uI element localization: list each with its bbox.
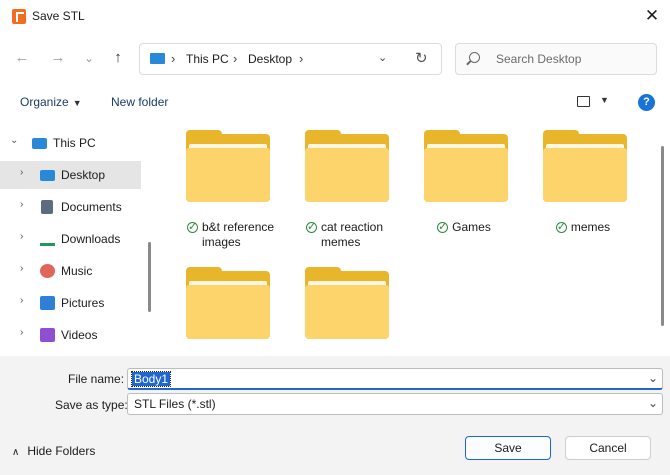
music-icon	[40, 264, 55, 278]
chevron-right-icon[interactable]: ›	[20, 295, 23, 306]
breadcrumb-this-pc[interactable]: This PC	[186, 52, 229, 66]
app-icon	[12, 9, 26, 24]
command-bar: Organize ▼ New folder ▼ ?	[0, 83, 670, 118]
refresh-icon[interactable]: ↻	[415, 49, 428, 67]
pictures-icon	[40, 296, 55, 310]
organize-label: Organize	[20, 95, 69, 109]
folder-name: ✓ Games	[437, 220, 491, 234]
breadcrumb-separator-icon: ›	[233, 51, 238, 66]
sidebar-item-label: Pictures	[61, 296, 105, 310]
organize-button[interactable]: Organize ▼	[20, 95, 82, 109]
search-box[interactable]	[455, 43, 657, 75]
sync-check-icon: ✓	[555, 221, 567, 233]
sidebar-item-music[interactable]: › Music	[0, 257, 141, 285]
breadcrumb-separator-icon[interactable]: ›	[299, 51, 303, 66]
sidebar-scrollbar[interactable]	[148, 242, 151, 312]
back-arrow-icon[interactable]: ←	[10, 46, 34, 70]
folder-item[interactable]: ✓ Games	[414, 118, 514, 250]
sidebar-item-videos[interactable]: › Videos	[0, 321, 141, 349]
window-title: Save STL	[32, 9, 85, 23]
chevron-right-icon[interactable]: ›	[20, 199, 23, 210]
folder-icon	[424, 130, 508, 206]
sidebar-item-this-pc[interactable]: ⌄ This PC	[0, 129, 141, 157]
folder-name: ✓ memes	[555, 220, 611, 234]
downloads-icon	[40, 232, 55, 246]
save-as-type-label: Save as type:	[55, 398, 128, 412]
help-icon[interactable]: ?	[638, 94, 655, 111]
file-name-label: File name:	[68, 372, 125, 386]
folder-item[interactable]: ✓ cat reaction memes	[295, 118, 395, 250]
desktop-icon	[40, 170, 55, 181]
save-as-type-dropdown-icon[interactable]: ⌄	[648, 396, 658, 410]
save-as-type-value: STL Files (*.stl)	[134, 397, 216, 411]
navigation-bar: ← → ⌄ ↑ › This PC › Desktop › ⌄ ↻	[0, 33, 670, 83]
chevron-right-icon[interactable]: ›	[20, 263, 23, 274]
breadcrumb-separator-icon: ›	[171, 51, 176, 66]
file-name-value[interactable]: Body1	[130, 371, 172, 387]
sidebar-item-downloads[interactable]: › Downloads	[0, 225, 141, 253]
save-form: File name: Body1 ⌄ Save as type: STL Fil…	[0, 356, 670, 475]
chevron-up-icon: ∧	[12, 447, 20, 458]
view-layout-icon[interactable]	[577, 96, 590, 107]
sidebar-item-documents[interactable]: › Documents	[0, 193, 141, 221]
monitor-icon	[32, 138, 47, 149]
folder-name: ✓ b&t reference images	[187, 220, 275, 249]
save-button[interactable]: Save	[465, 436, 551, 460]
sidebar-item-pictures[interactable]: › Pictures	[0, 289, 141, 317]
chevron-down-icon[interactable]: ⌄	[10, 135, 18, 146]
sidebar-item-desktop[interactable]: › Desktop	[0, 161, 141, 189]
folder-icon	[305, 130, 389, 206]
sidebar-item-label: Videos	[61, 328, 98, 342]
recent-locations-chevron-icon[interactable]: ⌄	[77, 46, 101, 70]
close-button[interactable]: ✕	[640, 6, 664, 28]
search-icon	[469, 52, 480, 63]
address-bar[interactable]: › This PC › Desktop › ⌄ ↻	[139, 43, 442, 75]
sync-check-icon: ✓	[437, 221, 449, 233]
folder-icon	[543, 130, 627, 206]
new-folder-button[interactable]: New folder	[111, 95, 168, 109]
sidebar-item-label: Music	[61, 264, 93, 278]
file-list: ✓ b&t reference images ✓ cat reaction memes …	[158, 118, 670, 356]
folder-item[interactable]: ✓ b&t reference images	[176, 118, 276, 250]
sidebar-item-label: Desktop	[61, 168, 106, 182]
sync-check-icon: ✓	[306, 221, 317, 233]
documents-icon	[41, 200, 53, 214]
file-name-field[interactable]: Body1 ⌄	[127, 368, 663, 390]
folder-icon	[186, 130, 270, 206]
chevron-right-icon[interactable]: ›	[20, 167, 23, 178]
title-bar: Save STL ✕	[0, 0, 670, 33]
content-scrollbar[interactable]	[661, 146, 664, 326]
chevron-right-icon[interactable]: ›	[20, 327, 23, 338]
sidebar-item-label: This PC	[53, 136, 96, 150]
sidebar-item-label: Downloads	[61, 232, 121, 246]
hide-folders-button[interactable]: ∧ Hide Folders	[12, 444, 95, 458]
chevron-right-icon[interactable]: ›	[20, 231, 23, 242]
folder-icon	[186, 267, 270, 343]
cancel-button[interactable]: Cancel	[565, 436, 651, 460]
caret-down-icon: ▼	[72, 98, 82, 108]
forward-arrow-icon[interactable]: →	[46, 46, 70, 70]
this-pc-icon	[150, 53, 165, 64]
sync-check-icon: ✓	[187, 221, 198, 233]
folder-name: ✓ cat reaction memes	[306, 220, 384, 249]
file-name-dropdown-icon[interactable]: ⌄	[648, 371, 658, 385]
hide-folders-label: Hide Folders	[27, 444, 96, 458]
videos-icon	[40, 328, 55, 342]
view-options-caret-icon[interactable]: ▼	[600, 95, 609, 105]
folder-icon	[305, 267, 389, 343]
address-dropdown-icon[interactable]: ⌄	[378, 51, 387, 64]
navigation-pane: ⌄ This PC › Desktop › Documents › Downlo…	[0, 118, 158, 356]
folder-item[interactable]: ✓ memes	[533, 118, 633, 250]
save-as-type-select[interactable]: STL Files (*.stl) ⌄	[127, 393, 663, 415]
sidebar-item-label: Documents	[61, 200, 122, 214]
up-arrow-icon[interactable]: ↑	[106, 46, 130, 70]
search-input[interactable]	[496, 50, 646, 68]
breadcrumb-desktop[interactable]: Desktop	[248, 52, 292, 66]
